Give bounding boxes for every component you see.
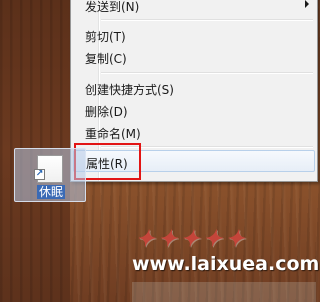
menu-separator [101, 19, 313, 21]
shortcut-arrow-icon: ↗ [34, 169, 45, 180]
menu-item-send-to[interactable]: 发送到(N) [73, 0, 315, 16]
menu-item-cut[interactable]: 剪切(T) [73, 24, 315, 46]
shortcut-label: 休眠 [37, 185, 66, 199]
menu-separator [101, 72, 313, 74]
menu-item-label: 剪切(T) [85, 30, 126, 44]
menu-item-rename[interactable]: 重命名(M) [73, 121, 315, 143]
menu-item-label: 发送到(N) [85, 0, 140, 14]
watermark-band [132, 282, 316, 302]
menu-item-delete[interactable]: 删除(D) [73, 99, 315, 121]
menu-item-create-shortcut[interactable]: 创建快捷方式(S) [73, 77, 315, 99]
menu-item-label: 创建快捷方式(S) [85, 83, 174, 97]
submenu-arrow-icon [305, 0, 309, 8]
watermark-logo-text: ✦✦✦✦✦ [136, 226, 249, 252]
menu-item-copy[interactable]: 复制(C) [73, 46, 315, 68]
watermark-url: www.laixuea.com [132, 253, 320, 275]
menu-item-label: 删除(D) [85, 105, 128, 119]
menu-item-label: 重命名(M) [85, 127, 141, 141]
menu-item-label: 复制(C) [85, 52, 127, 66]
desktop-shortcut-hibernate[interactable]: ↗ 休眠 [14, 148, 86, 202]
